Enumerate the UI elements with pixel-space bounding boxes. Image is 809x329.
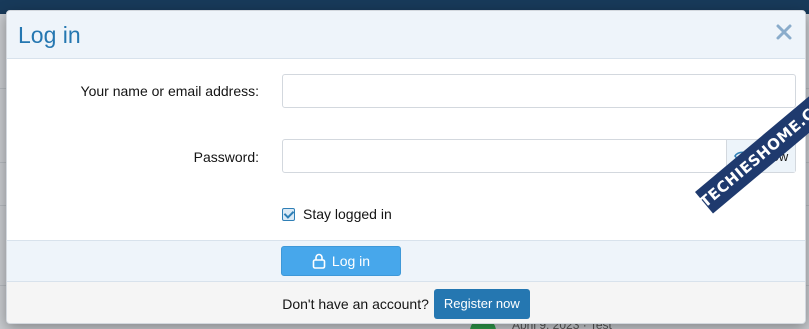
- modal-header: Log in: [7, 11, 805, 59]
- login-button[interactable]: Log in: [281, 246, 401, 276]
- login-modal: Log in Your name or email address: Passw…: [6, 10, 806, 324]
- close-icon[interactable]: [773, 21, 795, 43]
- modal-title: Log in: [18, 22, 81, 48]
- modal-footer: Don't have an account? Register now: [7, 282, 805, 323]
- password-label: Password:: [193, 149, 259, 165]
- checkbox-check-icon[interactable]: [282, 207, 295, 221]
- username-label: Your name or email address:: [80, 83, 259, 99]
- register-button[interactable]: Register now: [433, 288, 530, 319]
- lock-icon: [312, 253, 326, 269]
- password-input[interactable]: [283, 140, 727, 172]
- register-prompt: Don't have an account?: [282, 295, 429, 312]
- login-button-label: Log in: [331, 253, 371, 269]
- password-field: Show: [282, 139, 796, 173]
- username-input[interactable]: [282, 74, 796, 108]
- submit-row: Log in: [7, 240, 805, 282]
- stay-logged-in-toggle[interactable]: Stay logged in: [282, 206, 392, 222]
- stay-logged-in-label: Stay logged in: [303, 206, 392, 222]
